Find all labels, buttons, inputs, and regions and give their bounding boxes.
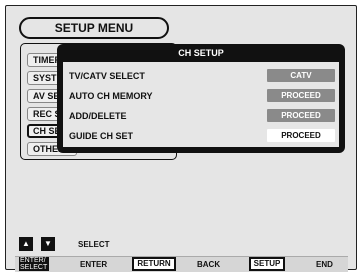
down-arrow-icon: ▼ [41,237,55,251]
row-label-auto-ch-memory: AUTO CH MEMORY [69,91,153,101]
setup-key[interactable]: SETUP [249,257,285,271]
return-key[interactable]: RETURN [132,257,176,271]
up-arrow-icon: ▲ [19,237,33,251]
ch-setup-submenu: CH SETUP TV/CATV SELECT CATV AUTO CH MEM… [57,44,345,153]
ch-setup-options: TV/CATV SELECT CATV AUTO CH MEMORY PROCE… [63,62,339,147]
tv-catv-select-value[interactable]: CATV [267,69,335,82]
row-label-tv-catv-select: TV/CATV SELECT [69,71,145,81]
back-hint: BACK [197,260,221,269]
enter-key-line1: ENTER/ [20,257,46,264]
auto-ch-memory-proceed-button[interactable]: PROCEED [267,89,335,102]
row-label-add-delete: ADD/DELETE [69,111,127,121]
enter-key-line2: SELECT [20,264,48,271]
guide-ch-set-proceed-button[interactable]: PROCEED [267,129,335,142]
ch-setup-title: CH SETUP [178,48,224,58]
footer-bar [15,256,348,272]
row-label-guide-ch-set: GUIDE CH SET [69,131,134,141]
setup-menu-title: SETUP MENU [19,17,169,39]
add-delete-proceed-button[interactable]: PROCEED [267,109,335,122]
enter-hint: ENTER [80,260,108,269]
select-hint: SELECT [78,240,110,249]
end-hint: END [316,260,333,269]
enter-select-key-icon: ENTER/ SELECT [19,257,49,271]
setup-screen: SETUP MENU TIMER SYSTEM AV SETUP REC SET… [0,0,364,276]
